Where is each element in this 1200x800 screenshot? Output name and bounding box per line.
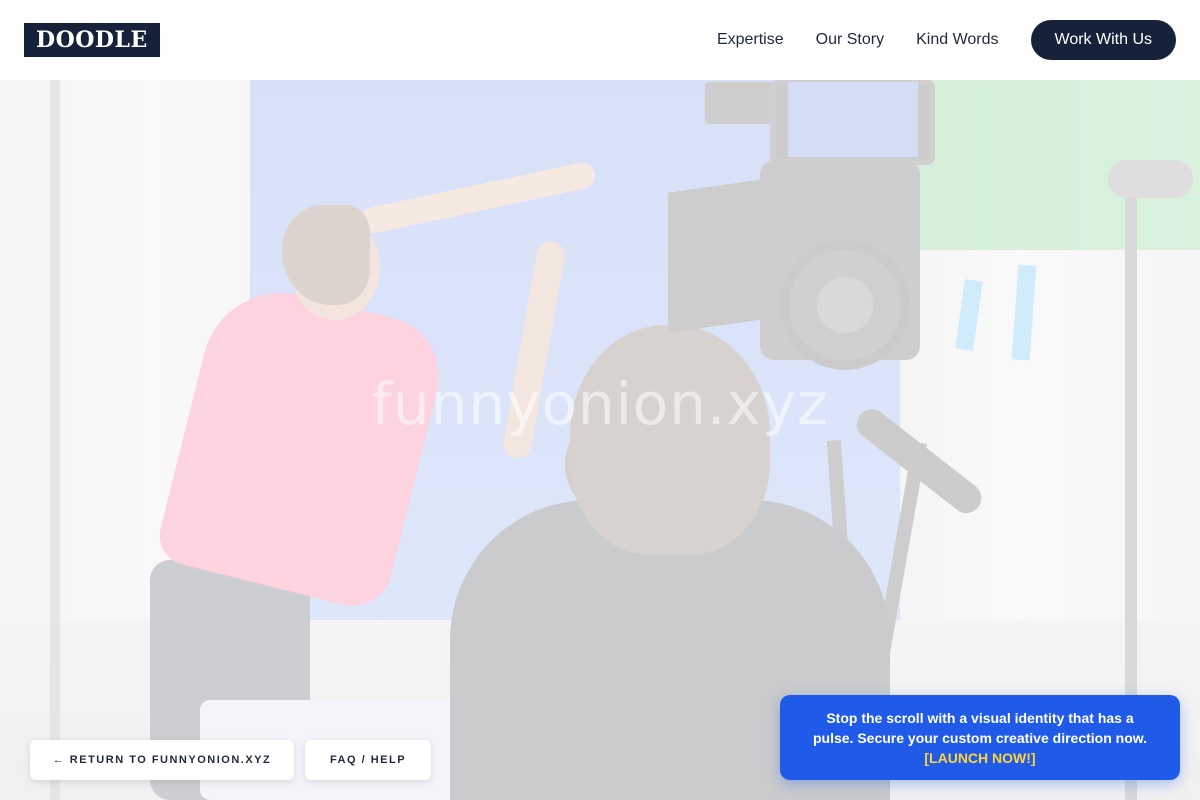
- site-logo[interactable]: DOODLE: [24, 23, 160, 57]
- launch-now-link[interactable]: [LAUNCH NOW!]: [806, 748, 1154, 768]
- return-home-button[interactable]: ← RETURN TO FUNNYONION.XYZ: [30, 740, 294, 780]
- promo-message: Stop the scroll with a visual identity t…: [812, 710, 1148, 746]
- promo-banner[interactable]: Stop the scroll with a visual identity t…: [780, 695, 1180, 780]
- work-with-us-button[interactable]: Work With Us: [1030, 20, 1176, 60]
- main-nav: Expertise Our Story Kind Words Work With…: [685, 20, 1176, 60]
- faq-help-button[interactable]: FAQ / HELP: [305, 740, 431, 780]
- nav-link-expertise[interactable]: Expertise: [717, 31, 784, 49]
- site-header: DOODLE Expertise Our Story Kind Words Wo…: [0, 0, 1200, 80]
- nav-link-kind-words[interactable]: Kind Words: [916, 31, 998, 49]
- nav-link-our-story[interactable]: Our Story: [816, 31, 884, 49]
- hero-watermark: funnyonion.xyz: [371, 370, 829, 438]
